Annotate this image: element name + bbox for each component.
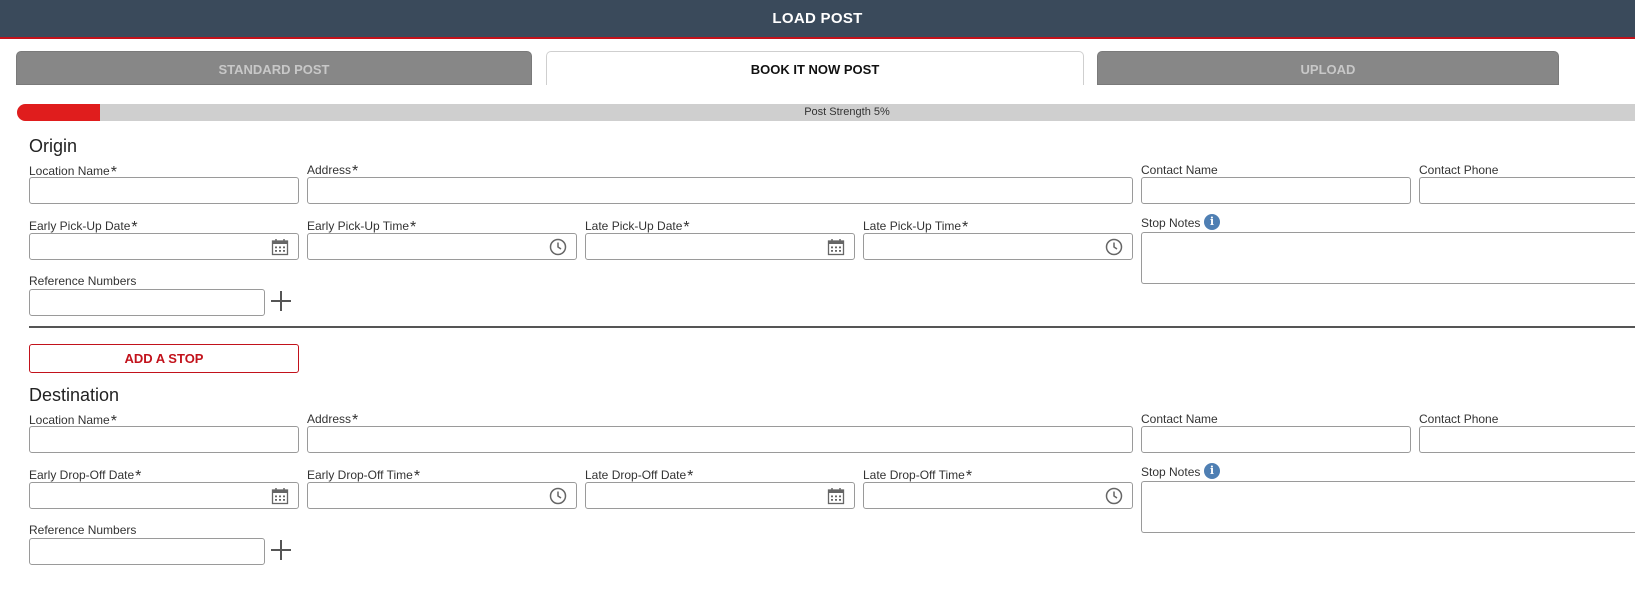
origin-location-name-input[interactable] [29,177,299,204]
origin-reference-number-input[interactable] [29,289,265,316]
destination-early-time-input[interactable] [307,482,577,509]
origin-contact-phone-input[interactable] [1419,177,1635,204]
info-icon[interactable]: i [1204,463,1220,479]
calendar-icon[interactable] [827,487,845,505]
destination-location-name-input[interactable] [29,426,299,453]
destination-early-date-input[interactable] [29,482,299,509]
info-icon[interactable]: i [1204,214,1220,230]
calendar-icon[interactable] [271,238,289,256]
clock-icon[interactable] [549,487,567,505]
origin-reference-numbers-label: Reference Numbers [29,274,137,288]
add-stop-button[interactable]: ADD A STOP [29,344,299,373]
destination-late-time-input[interactable] [863,482,1133,509]
section-divider [29,326,1635,328]
destination-late-date-input[interactable] [585,482,855,509]
destination-contact-phone-label: Contact Phone [1419,412,1499,426]
plus-icon[interactable] [271,540,291,560]
clock-icon[interactable] [549,238,567,256]
destination-stop-notes-label: Stop Notes [1141,465,1201,479]
tab-standard-post[interactable]: STANDARD POST [16,51,532,85]
clock-icon[interactable] [1105,487,1123,505]
origin-contact-name-input[interactable] [1141,177,1411,204]
post-strength-label: Post Strength 5% [804,106,890,118]
destination-contact-name-label: Contact Name [1141,412,1218,426]
clock-icon[interactable] [1105,238,1123,256]
origin-address-input[interactable] [307,177,1133,204]
destination-stop-notes-textarea[interactable] [1141,481,1635,533]
calendar-icon[interactable] [271,487,289,505]
calendar-icon[interactable] [827,238,845,256]
destination-address-input[interactable] [307,426,1133,453]
plus-icon[interactable] [271,291,291,311]
origin-late-time-input[interactable] [863,233,1133,260]
origin-stop-notes-textarea[interactable] [1141,232,1635,284]
destination-reference-number-input[interactable] [29,538,265,565]
post-strength-bar: Post Strength 5% [17,104,1635,121]
page-title: LOAD POST [772,10,863,27]
origin-early-date-input[interactable] [29,233,299,260]
origin-contact-name-label: Contact Name [1141,163,1218,177]
header-bar: LOAD POST [0,0,1635,39]
origin-early-time-input[interactable] [307,233,577,260]
tab-upload[interactable]: UPLOAD [1097,51,1559,85]
destination-contact-phone-input[interactable] [1419,426,1635,453]
origin-contact-phone-label: Contact Phone [1419,163,1499,177]
destination-title: Destination [29,385,120,405]
origin-title: Origin [29,136,78,156]
tab-book-it-now-post[interactable]: BOOK IT NOW POST [546,51,1084,85]
destination-reference-numbers-label: Reference Numbers [29,523,137,537]
origin-stop-notes-label: Stop Notes [1141,216,1201,230]
destination-contact-name-input[interactable] [1141,426,1411,453]
origin-late-date-input[interactable] [585,233,855,260]
